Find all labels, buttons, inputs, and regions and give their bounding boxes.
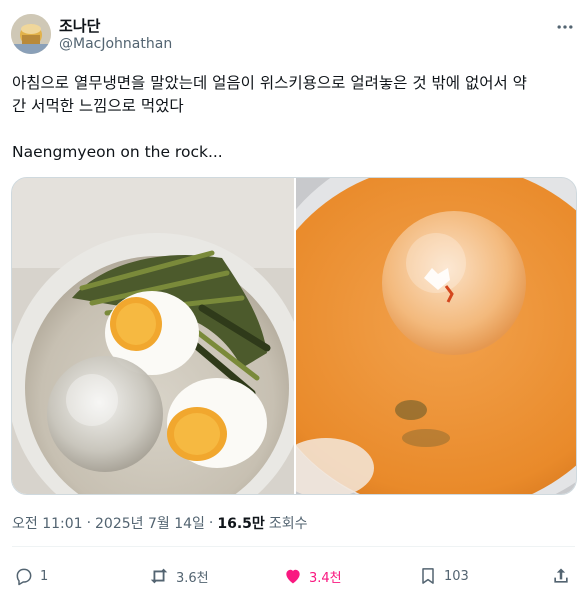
author-name[interactable]: 조나단 [59,15,100,36]
retweet-count: 3.6천 [176,570,209,586]
bookmark-icon [422,568,434,584]
tweet-text: 아침으로 열무냉면을 말았는데 얼음이 위스키용으로 얼려놓은 것 밖에 없어서… [12,74,527,161]
share-icon [554,568,568,583]
retweet-icon [150,568,168,584]
media-grid [11,177,577,495]
divider [12,546,575,547]
views-count: 16.5만 [217,516,265,532]
author-handle[interactable]: @MacJohnathan [59,36,172,52]
share-button[interactable] [551,562,571,590]
bookmark-count: 103 [444,568,469,584]
action-bar: 1 3.6천 3.4천 103 [12,562,575,590]
reply-count: 1 [40,568,49,584]
like-count: 3.4천 [309,570,342,586]
reply-button[interactable]: 1 [14,562,48,590]
tweet-meta: 오전 11:01 · 2025년 7월 14일 · 16.5만 조회수 [12,513,307,533]
tweet-date[interactable]: 2025년 7월 14일 [95,513,205,533]
tweet-time[interactable]: 오전 11:01 [12,513,83,533]
meta-separator: · [208,515,214,531]
photo-ice-in-broth[interactable] [251,178,576,494]
photo-noodle-bowl[interactable] [12,178,307,494]
retweet-button[interactable]: 3.6천 [148,562,209,590]
views-label: 조회수 [268,516,308,532]
like-button[interactable]: 3.4천 [283,562,342,590]
more-options-button[interactable] [554,16,576,38]
tweet-header: 조나단 @MacJohnathan [11,14,576,58]
bookmark-button[interactable]: 103 [418,562,469,590]
avatar[interactable] [11,14,51,54]
meta-separator: · [86,515,92,531]
reply-icon [16,568,32,586]
heart-icon [286,569,300,584]
more-icon [557,25,573,29]
